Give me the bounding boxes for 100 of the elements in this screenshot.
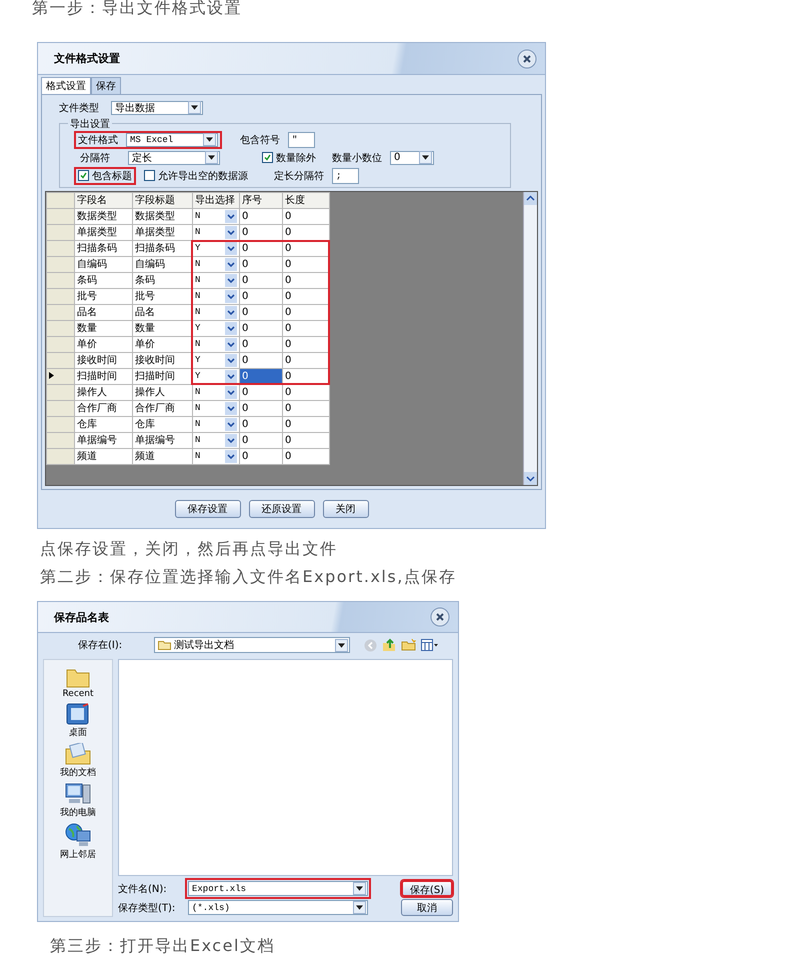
- documents-folder-icon: [65, 743, 91, 765]
- table-cell: 单价: [132, 336, 192, 352]
- field-label: 分隔符: [80, 152, 111, 165]
- export-choice-dropdown[interactable]: Y: [192, 320, 240, 336]
- file-format-dropdown[interactable]: MS Excel: [126, 132, 218, 147]
- place-label: Recent: [62, 689, 94, 699]
- table-cell: 自编码: [132, 256, 192, 272]
- export-choice-dropdown[interactable]: N: [192, 224, 240, 240]
- table-cell: 合作厂商: [74, 400, 132, 416]
- table-cell[interactable]: 0: [240, 224, 282, 240]
- column-header[interactable]: 字段名: [74, 192, 132, 208]
- table-cell[interactable]: 0: [240, 352, 282, 368]
- computer-icon: [65, 783, 91, 805]
- export-choice-dropdown[interactable]: N: [192, 272, 240, 288]
- decimals-dropdown[interactable]: 0: [390, 150, 434, 165]
- place-shortcut[interactable]: 桌面: [66, 703, 90, 739]
- table-cell: 频道: [74, 448, 132, 464]
- table-cell[interactable]: 0: [240, 240, 282, 256]
- tab[interactable]: 格式设置: [41, 77, 91, 94]
- file-name-field[interactable]: Export.xls: [188, 881, 368, 896]
- table-cell[interactable]: 0: [240, 320, 282, 336]
- scroll-up-icon[interactable]: [524, 192, 537, 205]
- chevron-down-icon: [225, 210, 237, 223]
- save-in-dropdown[interactable]: 测试导出文档: [154, 637, 350, 653]
- table-cell: 0: [282, 432, 330, 448]
- allow-empty-checkbox[interactable]: 允许导出空的数据源: [144, 168, 248, 183]
- check-icon: [80, 172, 87, 180]
- table-cell[interactable]: 0: [240, 256, 282, 272]
- dialog-button[interactable]: 关闭: [322, 500, 368, 518]
- table-cell: 0: [282, 224, 330, 240]
- view-menu-icon[interactable]: [421, 639, 439, 651]
- include-header-checkbox[interactable]: 包含标题: [78, 168, 132, 183]
- table-cell: 自编码: [74, 256, 132, 272]
- table-cell: 接收时间: [74, 352, 132, 368]
- place-label: 我的电脑: [60, 806, 96, 819]
- table-cell[interactable]: 0: [240, 272, 282, 288]
- place-label: 桌面: [69, 726, 87, 739]
- export-choice-dropdown[interactable]: N: [192, 304, 240, 320]
- dialog-button[interactable]: 还原设置: [248, 500, 314, 518]
- export-choice-dropdown[interactable]: N: [192, 336, 240, 352]
- export-choice-dropdown[interactable]: N: [192, 448, 240, 464]
- export-choice-dropdown[interactable]: N: [192, 288, 240, 304]
- table-cell[interactable]: 0: [240, 336, 282, 352]
- column-header[interactable]: 导出选择: [192, 192, 240, 208]
- input-field[interactable]: ": [288, 132, 315, 148]
- export-choice-dropdown[interactable]: N: [192, 416, 240, 432]
- chevron-down-icon: [225, 450, 237, 463]
- export-choice-dropdown[interactable]: Y: [192, 240, 240, 256]
- export-choice-dropdown[interactable]: Y: [192, 368, 240, 384]
- field-label: 文件格式: [78, 134, 118, 147]
- row-header[interactable]: [46, 368, 74, 384]
- table-cell[interactable]: 0: [240, 384, 282, 400]
- table-cell: 品名: [132, 304, 192, 320]
- chevron-down-icon: [225, 338, 237, 351]
- tab[interactable]: 保存: [91, 77, 121, 94]
- table-cell[interactable]: 0: [240, 400, 282, 416]
- new-folder-icon[interactable]: [401, 639, 416, 651]
- place-shortcut[interactable]: 我的文档: [60, 743, 96, 779]
- file-type-dropdown[interactable]: 导出数据: [111, 100, 203, 115]
- table-cell[interactable]: 0: [240, 416, 282, 432]
- table-cell[interactable]: 0: [240, 432, 282, 448]
- table-cell[interactable]: 0: [240, 208, 282, 224]
- scrollbar[interactable]: [523, 192, 537, 485]
- export-choice-dropdown[interactable]: N: [192, 256, 240, 272]
- exclude-quantity-checkbox[interactable]: 数量除外: [262, 150, 316, 165]
- network-icon: [65, 823, 91, 847]
- check-icon: [264, 154, 271, 162]
- close-icon[interactable]: [430, 607, 450, 627]
- export-choice-dropdown[interactable]: N: [192, 432, 240, 448]
- table-cell: 0: [282, 208, 330, 224]
- field-label: 数量小数位: [332, 152, 382, 165]
- column-header[interactable]: 字段标题: [132, 192, 192, 208]
- field-label: 保存类型(T):: [118, 902, 176, 914]
- separator-dropdown[interactable]: 定长: [128, 150, 220, 165]
- export-choice-dropdown[interactable]: Y: [192, 352, 240, 368]
- place-shortcut[interactable]: 我的电脑: [60, 783, 96, 819]
- place-label: 我的文档: [60, 766, 96, 779]
- export-choice-dropdown[interactable]: N: [192, 400, 240, 416]
- place-shortcut[interactable]: 网上邻居: [60, 823, 96, 861]
- dialog-button[interactable]: 保存设置: [174, 500, 240, 518]
- table-cell[interactable]: 0: [240, 288, 282, 304]
- table-cell[interactable]: 0: [240, 304, 282, 320]
- export-choice-dropdown[interactable]: N: [192, 384, 240, 400]
- file-type-dropdown[interactable]: (*.xls): [188, 900, 368, 915]
- close-icon[interactable]: [517, 48, 537, 68]
- cancel-button[interactable]: 取消: [401, 899, 453, 916]
- file-list[interactable]: [118, 659, 453, 876]
- place-shortcut[interactable]: Recent: [62, 666, 94, 699]
- column-header[interactable]: 序号: [240, 192, 282, 208]
- column-header[interactable]: 长度: [282, 192, 330, 208]
- save-button[interactable]: 保存(S): [401, 880, 453, 897]
- input-field[interactable]: ;: [332, 168, 359, 184]
- scroll-down-icon[interactable]: [524, 472, 537, 485]
- table-cell: 仓库: [74, 416, 132, 432]
- instruction-text: 点保存设置，关闭，然后再点导出文件: [39, 539, 338, 559]
- chevron-down-icon: [225, 418, 237, 431]
- export-choice-dropdown[interactable]: N: [192, 208, 240, 224]
- back-icon[interactable]: [364, 638, 377, 652]
- up-folder-icon[interactable]: [382, 638, 396, 652]
- table-cell[interactable]: 0: [240, 448, 282, 464]
